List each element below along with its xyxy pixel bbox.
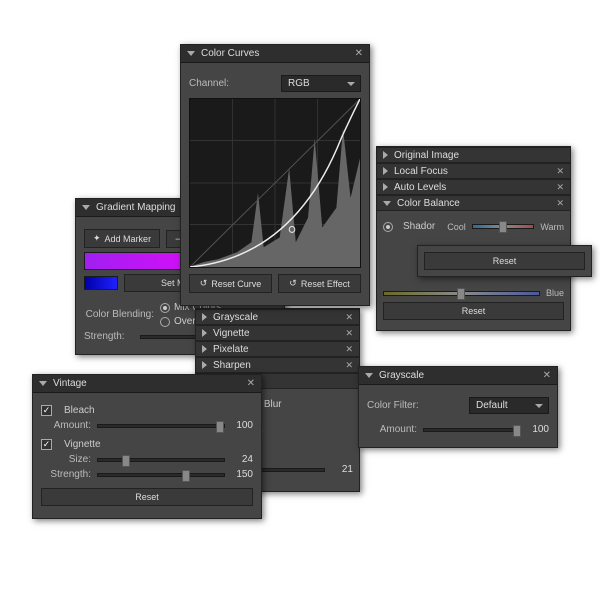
vintage-panel: Vintage ✕ Bleach Amount: 100 Vignette Si…	[32, 374, 262, 519]
close-icon[interactable]: ✕	[345, 312, 353, 323]
collapse-icon	[187, 51, 195, 56]
cool-warm-slider[interactable]	[472, 224, 535, 229]
undo-icon: ↺	[289, 278, 297, 289]
collapse-icon	[365, 373, 373, 378]
plus-icon: ✦	[93, 233, 101, 244]
reset-button-2[interactable]: Reset	[383, 302, 564, 320]
sharpen-section[interactable]: Sharpen✕	[196, 357, 359, 373]
vignette-strength-slider[interactable]	[97, 473, 225, 477]
color-balance-section[interactable]: Color Balance✕	[377, 195, 570, 211]
channel-label: Channel:	[189, 78, 229, 89]
bleach-checkbox[interactable]	[41, 405, 52, 416]
reset-curve-button[interactable]: ↺Reset Curve	[189, 274, 272, 293]
reset-effect-button[interactable]: ↺Reset Effect	[278, 274, 361, 293]
pixelate-section[interactable]: Pixelate✕	[196, 341, 359, 357]
vintage-reset-button[interactable]: Reset	[41, 488, 253, 506]
blur-amount-value: 21	[331, 464, 353, 475]
reset-subpanel-1: Reset	[417, 245, 592, 277]
channel-select[interactable]: RGB	[281, 75, 361, 92]
strength-label: Strength:	[84, 331, 134, 342]
curve-graph[interactable]	[189, 98, 361, 268]
color-curves-panel: Color Curves ✕ Channel: RGB	[180, 44, 370, 306]
reset-button[interactable]: Reset	[424, 252, 585, 270]
color-blending-label: Color Blending:	[84, 309, 154, 320]
color-curves-title: Color Curves	[201, 48, 355, 59]
overlay-colors-radio[interactable]	[160, 317, 170, 327]
grayscale-titlebar[interactable]: Grayscale ✕	[359, 367, 557, 385]
bleach-amount-value: 100	[231, 420, 253, 431]
blue-label: Blue	[546, 288, 564, 298]
marker-color-swatch[interactable]	[84, 276, 118, 290]
vignette-strength-value: 150	[231, 469, 253, 480]
vignette-size-value: 24	[231, 454, 253, 465]
color-curves-titlebar[interactable]: Color Curves ✕	[181, 45, 369, 63]
close-icon[interactable]: ✕	[556, 182, 564, 193]
close-icon[interactable]: ✕	[345, 344, 353, 355]
color-filter-label: Color Filter:	[367, 400, 419, 411]
cool-label: Cool	[447, 222, 466, 232]
vignette-label: Vignette	[64, 439, 101, 450]
bleach-amount-slider[interactable]	[97, 424, 225, 428]
yellow-blue-slider[interactable]	[383, 291, 540, 296]
close-icon[interactable]: ✕	[543, 370, 551, 381]
collapse-icon	[39, 381, 47, 386]
local-focus-section[interactable]: Local Focus✕	[377, 163, 570, 179]
color-filter-select[interactable]: Default	[469, 397, 549, 414]
grayscale-title: Grayscale	[379, 370, 543, 381]
shadow-label: Shador	[403, 221, 435, 232]
warm-label: Warm	[540, 222, 564, 232]
auto-levels-section[interactable]: Auto Levels✕	[377, 179, 570, 195]
shadow-radio[interactable]	[383, 222, 393, 232]
vignette-checkbox[interactable]	[41, 439, 52, 450]
grayscale-panel: Grayscale ✕ Color Filter: Default Amount…	[358, 366, 558, 448]
grayscale-amount-slider[interactable]	[423, 428, 521, 432]
right-panel: Original Image Local Focus✕ Auto Levels✕…	[376, 146, 571, 331]
grayscale-amount-value: 100	[527, 424, 549, 435]
close-icon[interactable]: ✕	[247, 378, 255, 389]
close-icon[interactable]: ✕	[556, 198, 564, 209]
vintage-title: Vintage	[53, 378, 247, 389]
vignette-size-label: Size:	[41, 454, 91, 465]
add-marker-button[interactable]: ✦Add Marker	[84, 229, 160, 248]
close-icon[interactable]: ✕	[355, 48, 363, 59]
vintage-titlebar[interactable]: Vintage ✕	[33, 375, 261, 393]
vignette-section[interactable]: Vignette✕	[196, 325, 359, 341]
close-icon[interactable]: ✕	[345, 328, 353, 339]
vignette-size-slider[interactable]	[97, 458, 225, 462]
grayscale-section[interactable]: Grayscale✕	[196, 309, 359, 325]
mix-colors-radio[interactable]	[160, 303, 170, 313]
bleach-label: Bleach	[64, 405, 95, 416]
original-image-section[interactable]: Original Image	[377, 147, 570, 163]
grayscale-amount-label: Amount:	[367, 424, 417, 435]
close-icon[interactable]: ✕	[556, 166, 564, 177]
collapse-icon	[82, 205, 90, 210]
close-icon[interactable]: ✕	[345, 360, 353, 371]
bleach-amount-label: Amount:	[41, 420, 91, 431]
undo-icon: ↺	[200, 278, 208, 289]
vignette-strength-label: Strength:	[41, 469, 91, 480]
